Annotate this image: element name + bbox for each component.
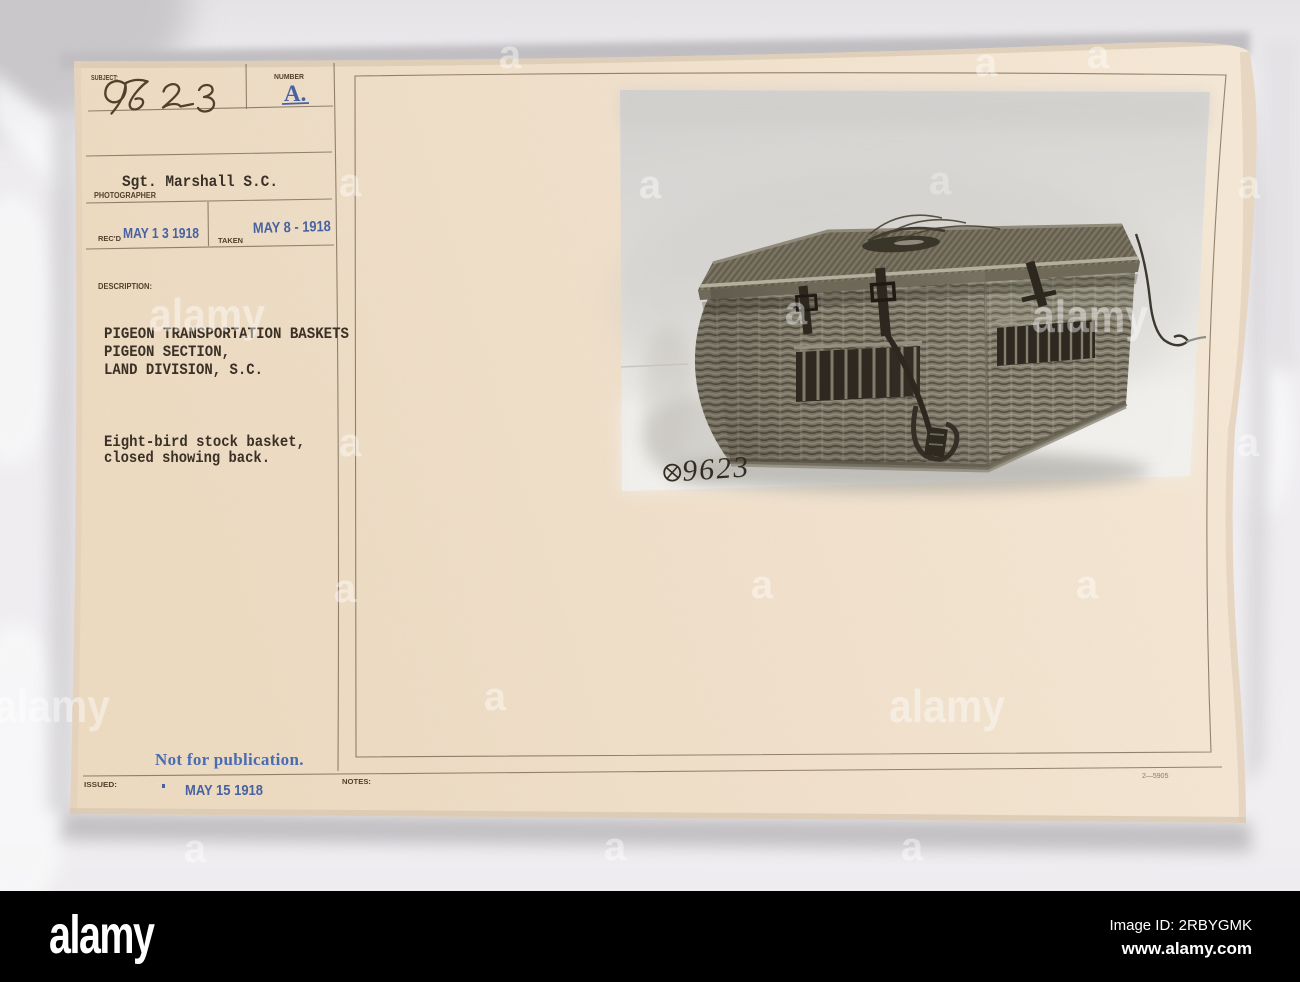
svg-text:a: a	[1237, 421, 1260, 465]
svg-text:a: a	[1076, 563, 1099, 607]
svg-text:alamy: alamy	[889, 680, 1005, 732]
svg-text:a: a	[1238, 163, 1261, 207]
svg-text:Sgt. Marshall S.C.: Sgt. Marshall S.C.	[122, 173, 278, 191]
svg-text:2—5905: 2—5905	[1142, 773, 1169, 780]
svg-text:PHOTOGRAPHER: PHOTOGRAPHER	[94, 191, 156, 200]
svg-text:a: a	[975, 41, 998, 85]
svg-text:PIGEON SECTION,: PIGEON SECTION,	[104, 343, 230, 361]
svg-text:a: a	[785, 289, 808, 333]
svg-text:alamy: alamy	[0, 680, 110, 732]
svg-text:MAY 1 3 1918: MAY 1 3 1918	[123, 225, 199, 242]
svg-text:a: a	[184, 827, 207, 871]
svg-text:DESCRIPTION:: DESCRIPTION:	[98, 282, 152, 291]
svg-text:MAY 15 1918: MAY 15 1918	[185, 782, 263, 799]
svg-text:www.alamy.com: www.alamy.com	[1121, 939, 1252, 958]
svg-text:a: a	[499, 33, 522, 77]
svg-text:LAND DIVISION, S.C.: LAND DIVISION, S.C.	[104, 361, 263, 379]
svg-text:alamy: alamy	[1032, 290, 1148, 342]
svg-text:NOTES:: NOTES:	[342, 777, 371, 786]
svg-text:TAKEN: TAKEN	[218, 236, 243, 245]
svg-text:MAY 8 - 1918: MAY 8 - 1918	[253, 218, 331, 237]
svg-text:A.: A.	[284, 81, 306, 106]
svg-text:a: a	[339, 421, 362, 465]
svg-text:a: a	[901, 825, 924, 869]
svg-text:REC'D: REC'D	[98, 234, 122, 243]
svg-text:a: a	[1087, 33, 1110, 77]
svg-text:Not for publication.: Not for publication.	[155, 750, 304, 769]
svg-text:NUMBER: NUMBER	[274, 74, 304, 81]
svg-text:a: a	[339, 161, 362, 205]
svg-text:a: a	[604, 825, 627, 869]
svg-text:a: a	[334, 567, 357, 611]
svg-text:ISSUED:: ISSUED:	[84, 780, 117, 789]
svg-text:Image ID: 2RBYGMK: Image ID: 2RBYGMK	[1109, 917, 1252, 934]
svg-text:alamy: alamy	[149, 289, 265, 341]
svg-text:a: a	[484, 675, 507, 719]
svg-text:alamy: alamy	[49, 905, 156, 966]
svg-text:a: a	[751, 563, 774, 607]
svg-text:a: a	[929, 159, 952, 203]
svg-text:a: a	[639, 163, 662, 207]
svg-text:closed showing back.: closed showing back.	[104, 449, 270, 467]
svg-text:9623: 9623	[681, 450, 751, 488]
